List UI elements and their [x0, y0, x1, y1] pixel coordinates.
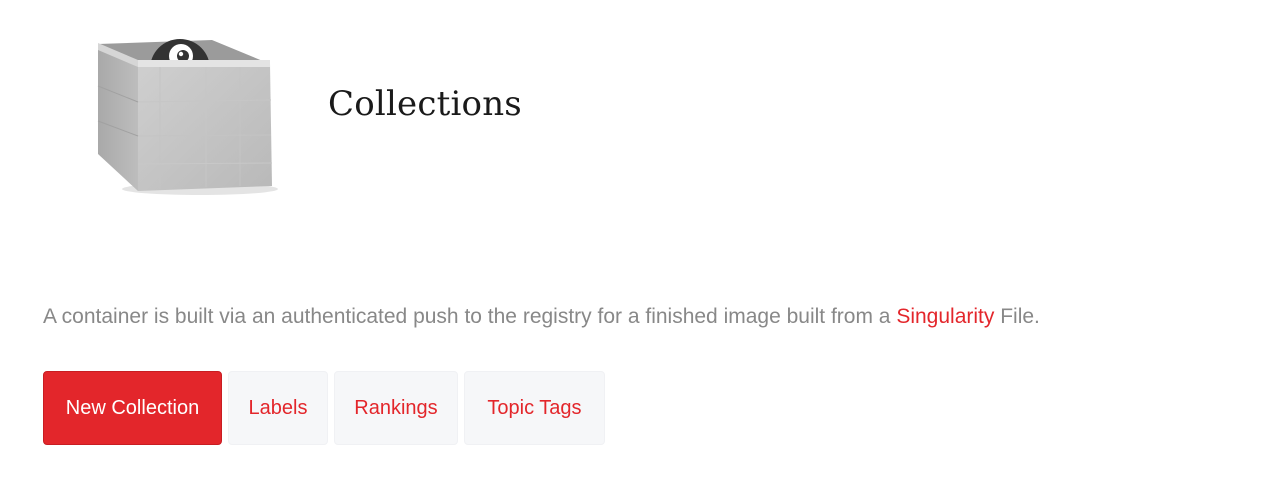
collections-page: Collections A container is built via an … [0, 0, 1278, 502]
description-text: A container is built via an authenticate… [43, 305, 897, 328]
singularity-link[interactable]: Singularity [896, 305, 994, 328]
topic-tags-button[interactable]: Topic Tags [464, 371, 605, 445]
page-description: A container is built via an authenticate… [43, 305, 1040, 329]
container-box-icon [90, 36, 285, 201]
action-buttons: New Collection Labels Rankings Topic Tag… [43, 371, 605, 445]
labels-button[interactable]: Labels [228, 371, 328, 445]
new-collection-button[interactable]: New Collection [43, 371, 222, 445]
description-text-end: File. [994, 305, 1040, 328]
page-title: Collections [328, 84, 522, 124]
rankings-button[interactable]: Rankings [334, 371, 458, 445]
